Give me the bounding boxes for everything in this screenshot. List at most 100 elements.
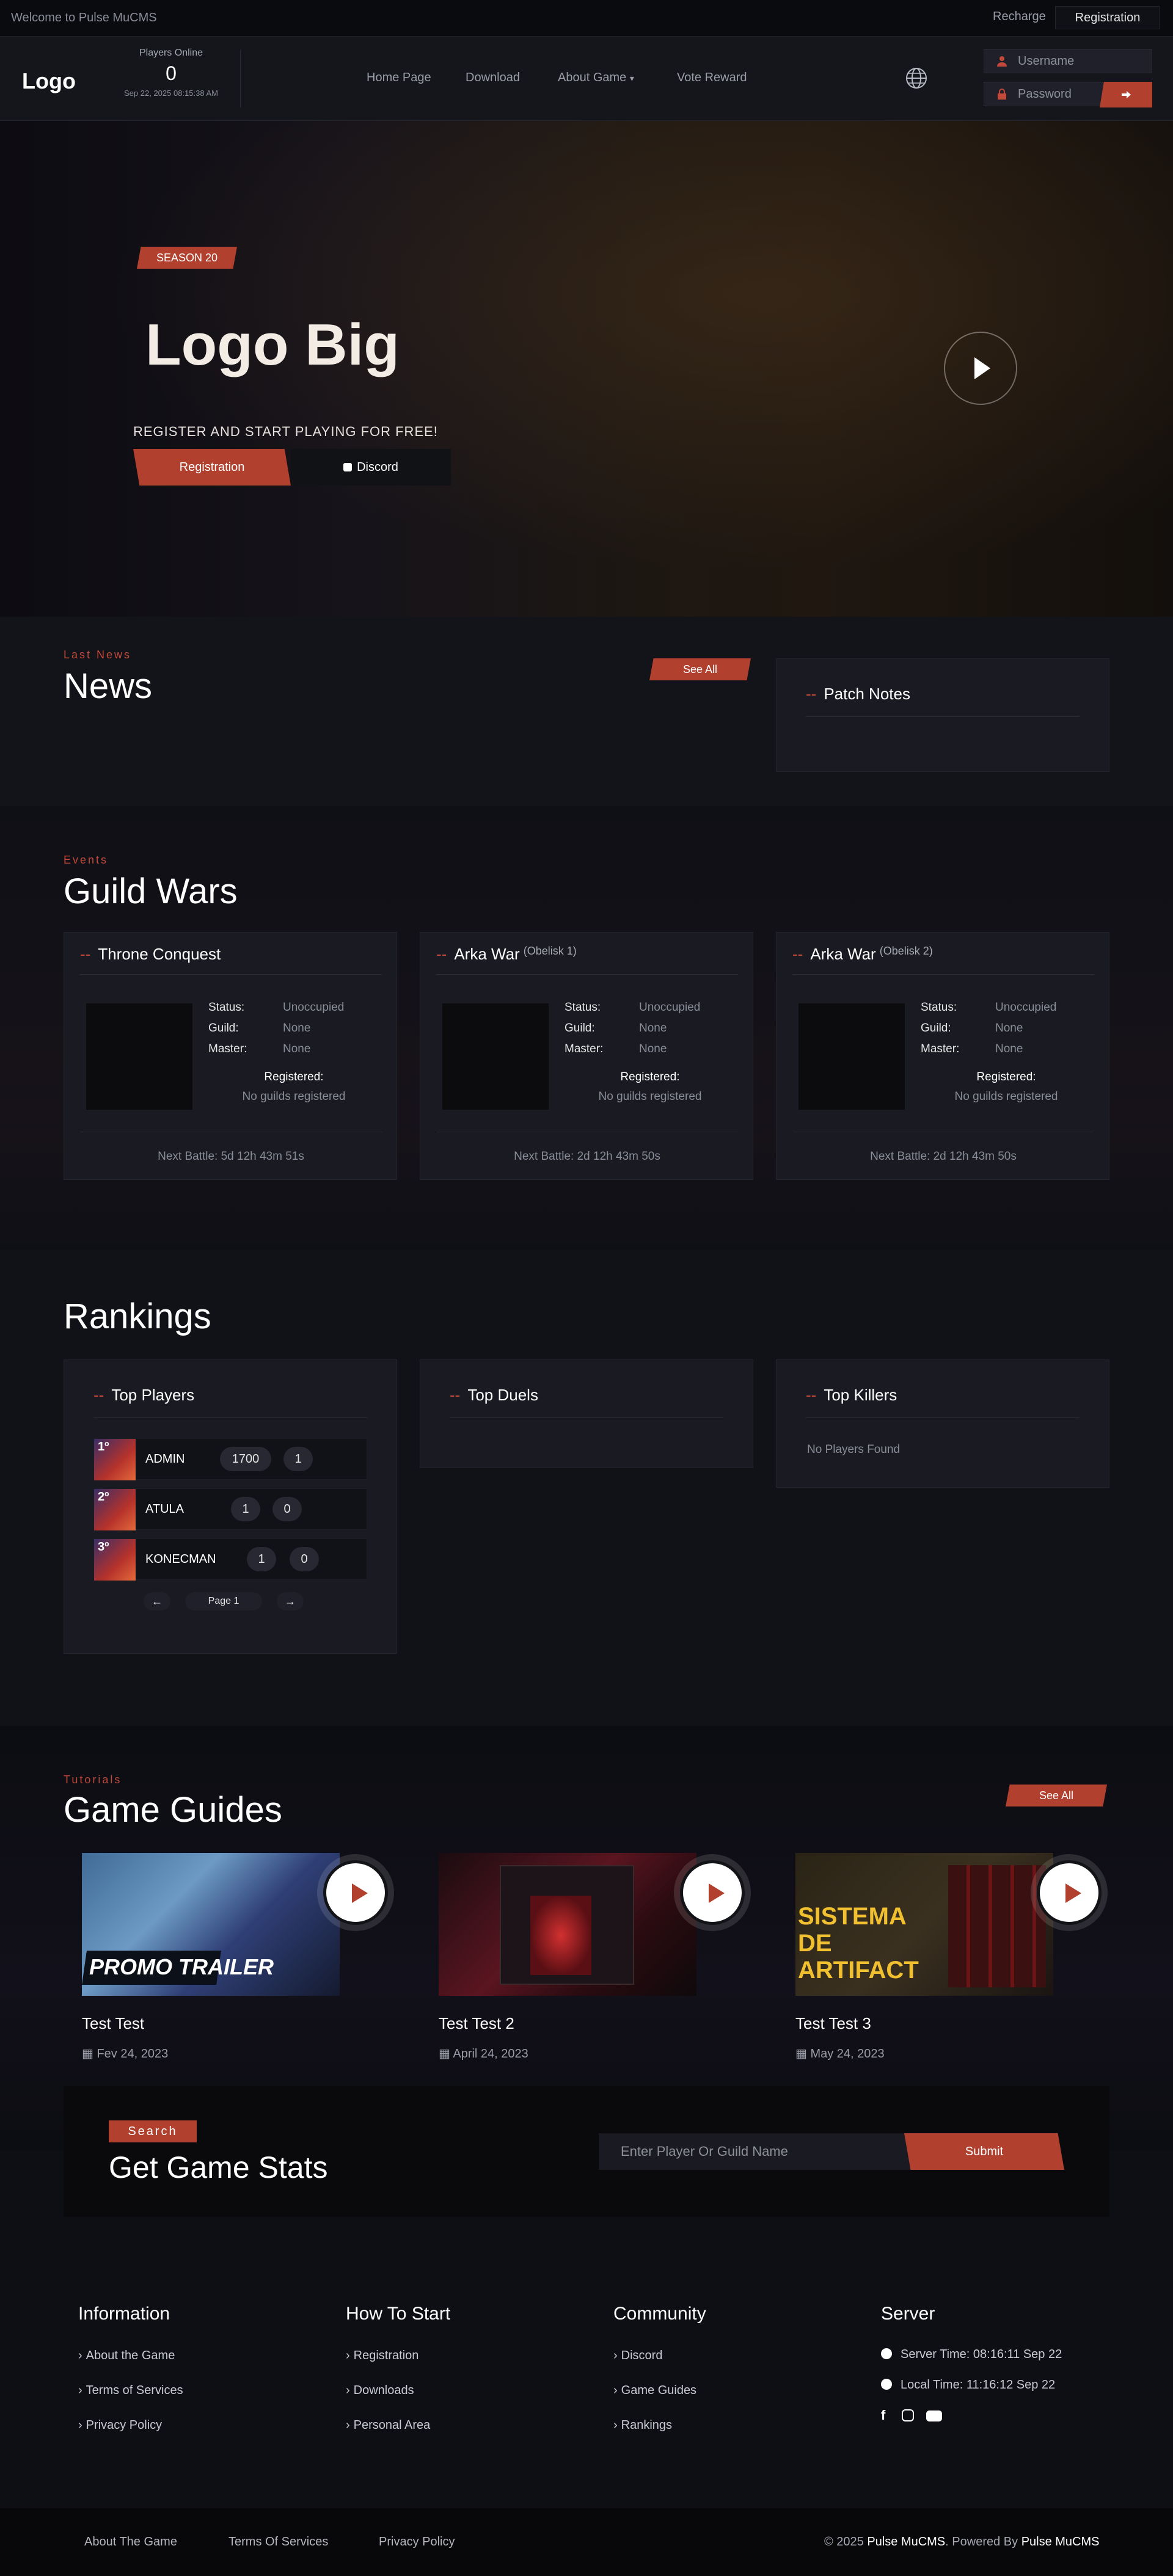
master-label: Master: [921, 1042, 960, 1055]
guide-play-button[interactable] [323, 1860, 388, 1925]
registration-button[interactable]: Registration [1055, 6, 1160, 29]
logo[interactable]: Logo [22, 68, 76, 94]
rankings-section: Rankings -- Top Players 1º ADMIN 1700 1 2… [0, 1250, 1173, 1726]
footer-link[interactable]: › Personal Area [346, 2418, 430, 2432]
next-page-button[interactable]: → [277, 1592, 304, 1610]
news-see-all-button[interactable]: See All [649, 658, 751, 680]
chevron-right-icon: › [613, 2418, 618, 2432]
guide-play-button[interactable] [680, 1860, 745, 1925]
prev-page-button[interactable]: ← [144, 1592, 170, 1610]
footer-link-label: Discord [621, 2349, 663, 2362]
bottom-bar: About The Game Terms Of Services Privacy… [0, 2508, 1173, 2576]
guide-thumbnail[interactable]: SISTEMA DE ARTIFACT [795, 1853, 1053, 1996]
footer-link[interactable]: › Game Guides [613, 2384, 696, 2398]
guide-title[interactable]: Test Test [82, 2014, 144, 2033]
status-label: Status: [208, 1001, 245, 1014]
hero-registration-button[interactable]: Registration [133, 449, 291, 486]
guide-date-value: Fev 24, 2023 [97, 2047, 169, 2061]
powered-brand[interactable]: Pulse MuCMS [1021, 2535, 1100, 2549]
sign-in-icon [1120, 89, 1133, 100]
panel-divider [792, 974, 1094, 975]
lock-icon [996, 89, 1007, 100]
nav-download[interactable]: Download [466, 71, 520, 85]
bottom-link[interactable]: Privacy Policy [379, 2535, 455, 2549]
footer-link[interactable]: › Terms of Services [78, 2384, 183, 2398]
panel-divider [80, 974, 382, 975]
facebook-icon[interactable]: f [881, 2407, 890, 2423]
guides-see-all-button[interactable]: See All [1006, 1785, 1107, 1806]
ranking-row[interactable]: 1º ADMIN 1700 1 [93, 1438, 367, 1480]
patch-notes-title: -- Patch Notes [806, 685, 910, 704]
status-value: Unoccupied [283, 1001, 345, 1014]
nav-about-game-label: About Game [558, 71, 627, 84]
guild-label: Guild: [921, 1022, 951, 1035]
player-avatar: 2º [94, 1489, 136, 1530]
top-players-title: -- Top Players [93, 1386, 194, 1405]
guild-wars-section: Events Guild Wars -- Throne Conquest Stat… [0, 806, 1173, 1250]
footer-link[interactable]: › Discord [613, 2349, 662, 2363]
hero-discord-button[interactable]: Discord [291, 449, 451, 486]
guide-thumbnail[interactable]: PROMO TRAILER [82, 1853, 340, 1996]
rank-number: 3º [98, 1540, 109, 1554]
footer-link[interactable]: › About the Game [78, 2349, 175, 2363]
search-submit-button[interactable]: Submit [904, 2133, 1064, 2170]
copyright-brand[interactable]: Pulse MuCMS [867, 2535, 945, 2549]
news-section: Last News News See All -- Patch Notes [0, 617, 1173, 806]
username-field[interactable]: Username [984, 49, 1152, 73]
guide-thumbnail[interactable] [439, 1853, 696, 1996]
local-time: Local Time: 11:16:12 Sep 22 [881, 2378, 1055, 2392]
top-duels-title: -- Top Duels [450, 1386, 538, 1405]
players-online-count: 0 [166, 62, 177, 84]
password-field[interactable]: Password [984, 82, 1103, 106]
title-dash: -- [806, 1386, 817, 1404]
chevron-right-icon: › [346, 2349, 350, 2362]
guide-title[interactable]: Test Test 2 [439, 2014, 514, 2033]
bottom-link[interactable]: About The Game [84, 2535, 177, 2549]
instagram-icon[interactable] [902, 2409, 915, 2421]
nav-about-game[interactable]: About Game ▾ [558, 71, 634, 85]
login-button[interactable] [1100, 82, 1152, 107]
guide-play-button[interactable] [1037, 1860, 1102, 1925]
patch-notes-panel: -- Patch Notes [776, 658, 1109, 772]
user-icon [996, 56, 1007, 67]
top-players-panel: -- Top Players 1º ADMIN 1700 1 2º ATULA 1… [64, 1359, 397, 1654]
footer-link[interactable]: › Registration [346, 2349, 418, 2363]
no-players-message: No Players Found [807, 1443, 901, 1456]
guide-title[interactable]: Test Test 3 [795, 2014, 871, 2033]
guild-war-card: -- Throne Conquest Status: Unoccupied Guil… [64, 932, 397, 1180]
footer: Information › About the Game › Terms of Se… [0, 2217, 1173, 2508]
ranking-row[interactable]: 2º ATULA 1 0 [93, 1488, 367, 1530]
player-stat: 0 [272, 1497, 302, 1521]
footer-link[interactable]: › Privacy Policy [78, 2418, 162, 2432]
nav-home[interactable]: Home Page [367, 71, 431, 85]
search-section: Search Get Game Stats Enter Player Or Gu… [64, 2086, 1109, 2217]
player-name: ATULA [145, 1502, 184, 1516]
nav-vote-reward[interactable]: Vote Reward [677, 71, 747, 85]
video-play-button[interactable] [944, 332, 1017, 405]
guild-value: None [639, 1022, 667, 1035]
ranking-row[interactable]: 3º KONECMAN 1 0 [93, 1538, 367, 1581]
player-stat: 1 [283, 1447, 313, 1471]
page-indicator: Page 1 [185, 1592, 262, 1610]
next-battle: Next Battle: 2d 12h 43m 50s [514, 1150, 660, 1163]
footer-link-label: About the Game [86, 2349, 175, 2362]
recharge-link[interactable]: Recharge [993, 10, 1046, 24]
title-dash: -- [80, 945, 91, 963]
play-icon [352, 1883, 368, 1903]
registered-value: No guilds registered [242, 1090, 346, 1103]
status-label: Status: [565, 1001, 601, 1014]
master-row: Master: None [921, 1042, 1023, 1056]
footer-link-label: Personal Area [353, 2418, 431, 2432]
panel-divider [450, 1417, 723, 1418]
footer-link[interactable]: › Downloads [346, 2384, 414, 2398]
title-dash: -- [450, 1386, 461, 1404]
guild-wars-kicker: Events [64, 854, 109, 866]
hero-subtitle: REGISTER AND START PLAYING FOR FREE! [133, 424, 438, 439]
footer-link[interactable]: › Rankings [613, 2418, 672, 2432]
search-input[interactable]: Enter Player Or Guild Name [599, 2133, 914, 2170]
bottom-link[interactable]: Terms Of Services [228, 2535, 328, 2549]
globe-icon[interactable] [904, 66, 929, 90]
youtube-icon[interactable] [926, 2410, 943, 2421]
top-duels-label: Top Duels [467, 1386, 538, 1404]
player-name: ADMIN [145, 1452, 185, 1466]
